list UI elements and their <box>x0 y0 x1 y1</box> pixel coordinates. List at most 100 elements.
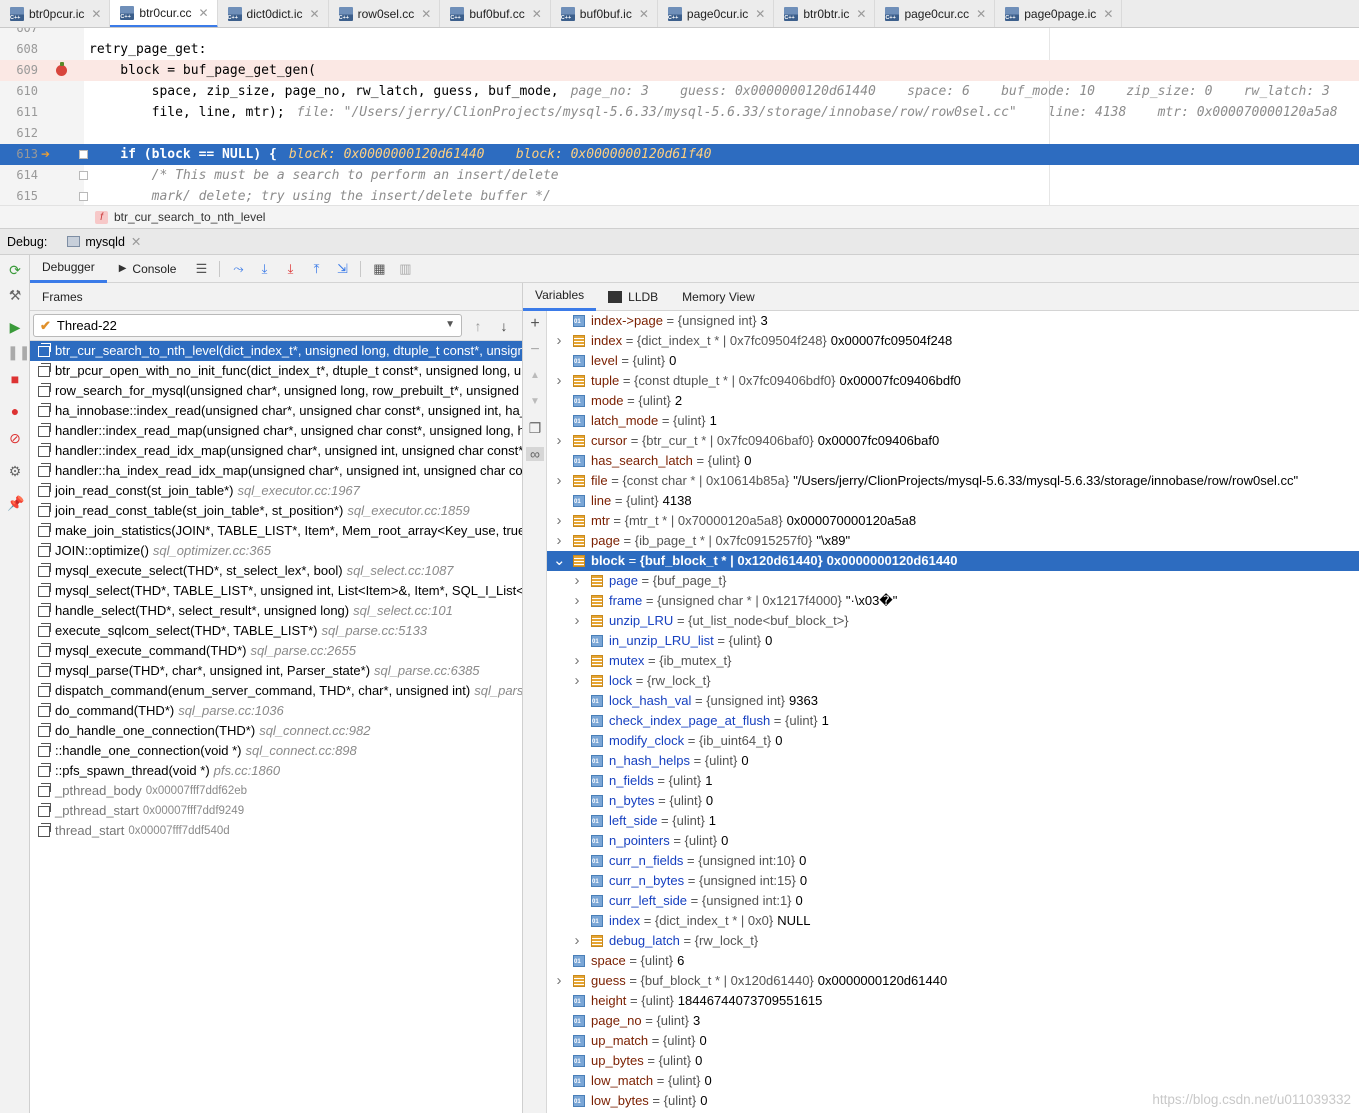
chevron-right-icon[interactable]: › <box>571 611 583 631</box>
code-editor[interactable]: 607 608 retry_page_get: 609 block = buf_pag… <box>0 28 1359 205</box>
variable-row[interactable]: › debug_latch = {rw_lock_t} <box>547 931 1359 951</box>
tab-lldb[interactable]: LLDB <box>596 283 670 311</box>
stack-frame[interactable]: dispatch_command(enum_server_command, TH… <box>30 681 522 701</box>
variable-row[interactable]: latch_mode = {ulint}1 <box>547 411 1359 432</box>
breadcrumb[interactable]: f btr_cur_search_to_nth_level <box>0 205 1359 228</box>
variable-row[interactable]: space = {ulint}6 <box>547 951 1359 972</box>
run-to-cursor-icon[interactable]: ⇲ <box>334 261 350 277</box>
code-line[interactable]: 611 file, line, mtr); file: "/Users/jerry… <box>0 102 1359 123</box>
move-up-icon[interactable]: ▲ <box>528 369 542 383</box>
pause-icon[interactable]: ❚❚ <box>7 344 30 360</box>
step-out-icon[interactable]: ⤒ <box>308 261 324 277</box>
close-icon[interactable]: ✕ <box>1103 7 1113 21</box>
variable-row[interactable]: › file = {const char * | 0x10614b85a} "/Us… <box>547 471 1359 491</box>
code-line[interactable]: 614 /* This must be a search to perform … <box>0 165 1359 186</box>
stack-frame[interactable]: do_command(THD*) sql_parse.cc:1036 <box>30 701 522 721</box>
stack-frame[interactable]: _pthread_start 0x00007fff7ddf9249 <box>30 801 522 821</box>
variable-row[interactable]: in_unzip_LRU_list = {ulint}0 <box>547 631 1359 652</box>
menu-icon[interactable]: ☰ <box>193 261 209 277</box>
chevron-down-icon[interactable]: ⌄ <box>553 551 566 571</box>
chevron-right-icon[interactable]: › <box>571 671 583 691</box>
variable-row[interactable]: has_search_latch = {ulint}0 <box>547 451 1359 472</box>
code-line[interactable]: 608 retry_page_get: <box>0 39 1359 60</box>
stack-frame[interactable]: mysql_execute_select(THD*, st_select_lex… <box>30 561 522 581</box>
variable-row[interactable]: › index = {dict_index_t * | 0x7fc09504f24… <box>547 331 1359 351</box>
variable-row[interactable]: ⌄ block = {buf_block_t * | 0x120d61440} 0x… <box>547 551 1359 571</box>
chevron-right-icon[interactable]: › <box>553 511 565 531</box>
editor-tab[interactable]: row0sel.cc ✕ <box>329 0 441 27</box>
variable-row[interactable]: › guess = {buf_block_t * | 0x120d61440} 0x… <box>547 971 1359 991</box>
variable-row[interactable]: up_bytes = {ulint}0 <box>547 1051 1359 1072</box>
stack-frame[interactable]: mysql_execute_command(THD*) sql_parse.cc:… <box>30 641 522 661</box>
breakpoint-icon[interactable] <box>56 62 67 76</box>
close-icon[interactable]: ✕ <box>856 7 866 21</box>
pin-icon[interactable]: 📌 <box>7 495 24 511</box>
variable-row[interactable]: check_index_page_at_flush = {ulint}1 <box>547 711 1359 732</box>
move-down-icon[interactable]: ▼ <box>528 395 542 409</box>
variable-row[interactable]: n_fields = {ulint}1 <box>547 771 1359 792</box>
copy-icon[interactable]: ❐ <box>528 421 542 435</box>
variable-row[interactable]: curr_left_side = {unsigned int:1}0 <box>547 891 1359 912</box>
stack-frame[interactable]: make_join_statistics(JOIN*, TABLE_LIST*,… <box>30 521 522 541</box>
variable-row[interactable]: › cursor = {btr_cur_t * | 0x7fc09406baf0}… <box>547 431 1359 451</box>
editor-tab[interactable]: buf0buf.cc ✕ <box>440 0 551 27</box>
stack-frame[interactable]: handler::ha_index_read_idx_map(unsigned … <box>30 461 522 481</box>
close-icon[interactable]: ✕ <box>310 7 320 21</box>
stack-frame[interactable]: handler::index_read_idx_map(unsigned cha… <box>30 441 522 461</box>
variable-row[interactable]: › unzip_LRU = {ut_list_node<buf_block_t>} <box>547 611 1359 631</box>
chevron-right-icon[interactable]: › <box>553 471 565 491</box>
editor-tab[interactable]: page0cur.cc ✕ <box>875 0 996 27</box>
tab-variables[interactable]: Variables <box>523 283 597 311</box>
close-icon[interactable]: ✕ <box>131 234 141 249</box>
close-icon[interactable]: ✕ <box>421 7 431 21</box>
arrow-up-icon[interactable]: ↑ <box>468 318 488 334</box>
stack-frame[interactable]: mysql_select(THD*, TABLE_LIST*, unsigned… <box>30 581 522 601</box>
wrench-icon[interactable]: ⚒ <box>7 287 23 303</box>
chevron-right-icon[interactable]: › <box>571 571 583 591</box>
evaluate-expression-icon[interactable]: ▦ <box>371 261 387 277</box>
editor-tab[interactable]: btr0btr.ic ✕ <box>774 0 876 27</box>
close-icon[interactable]: ✕ <box>639 7 649 21</box>
step-over-icon[interactable]: ⤳ <box>230 261 246 277</box>
editor-tab[interactable]: btr0cur.cc ✕ <box>110 0 218 27</box>
stop-icon[interactable]: ■ <box>7 371 23 387</box>
variable-row[interactable]: low_match = {ulint}0 <box>547 1071 1359 1092</box>
gear-icon[interactable]: ⚙ <box>7 463 23 479</box>
variable-row[interactable]: level = {ulint}0 <box>547 351 1359 372</box>
fold-icon[interactable] <box>79 171 88 180</box>
close-icon[interactable]: ✕ <box>976 7 986 21</box>
view-breakpoints-icon[interactable]: ● <box>7 403 23 419</box>
stack-frame[interactable]: JOIN::optimize() sql_optimizer.cc:365 <box>30 541 522 561</box>
stack-frame[interactable]: handler::index_read_map(unsigned char*, … <box>30 421 522 441</box>
mute-breakpoints-icon[interactable]: ⊘ <box>7 430 23 446</box>
stack-frame[interactable]: ::handle_one_connection(void *) sql_conne… <box>30 741 522 761</box>
debug-session-tab[interactable]: mysqld <box>85 235 125 249</box>
plus-icon[interactable]: + <box>528 316 542 332</box>
variable-row[interactable]: height = {ulint}18446744073709551615 <box>547 991 1359 1012</box>
breadcrumb-function[interactable]: btr_cur_search_to_nth_level <box>114 210 265 224</box>
tab-debugger[interactable]: Debugger <box>30 254 107 283</box>
variable-row[interactable]: n_bytes = {ulint}0 <box>547 791 1359 812</box>
stack-frame[interactable]: mysql_parse(THD*, char*, unsigned int, P… <box>30 661 522 681</box>
tab-memory-view[interactable]: Memory View <box>670 283 766 311</box>
fold-icon[interactable] <box>79 192 88 201</box>
variable-row[interactable]: mode = {ulint}2 <box>547 391 1359 412</box>
code-line[interactable]: 613 ➔ if (block == NULL) {block: 0x000000… <box>0 144 1359 165</box>
chevron-right-icon[interactable]: › <box>571 591 583 611</box>
editor-tab[interactable]: buf0buf.ic ✕ <box>551 0 658 27</box>
close-icon[interactable]: ✕ <box>532 7 542 21</box>
stack-frame[interactable]: join_read_const_table(st_join_table*, st… <box>30 501 522 521</box>
variable-row[interactable]: › page = {ib_page_t * | 0x7fc0915257f0} "\… <box>547 531 1359 551</box>
thread-dropdown[interactable]: ✔ Thread-22 ▼ <box>33 314 462 337</box>
code-line[interactable]: 612 <box>0 123 1359 144</box>
minus-icon[interactable]: − <box>528 342 542 358</box>
editor-tab[interactable]: btr0pcur.ic ✕ <box>0 0 111 27</box>
code-line[interactable]: 610 space, zip_size, page_no, rw_latch, … <box>0 81 1359 102</box>
chevron-right-icon[interactable]: › <box>553 971 565 991</box>
stack-frame[interactable]: do_handle_one_connection(THD*) sql_connec… <box>30 721 522 741</box>
variable-row[interactable]: n_pointers = {ulint}0 <box>547 831 1359 852</box>
variable-row[interactable]: › page = {buf_page_t} <box>547 571 1359 591</box>
fold-icon[interactable] <box>79 150 88 159</box>
layout-icon[interactable]: ▥ <box>397 261 413 277</box>
code-line[interactable]: 609 block = buf_page_get_gen( <box>0 60 1359 81</box>
